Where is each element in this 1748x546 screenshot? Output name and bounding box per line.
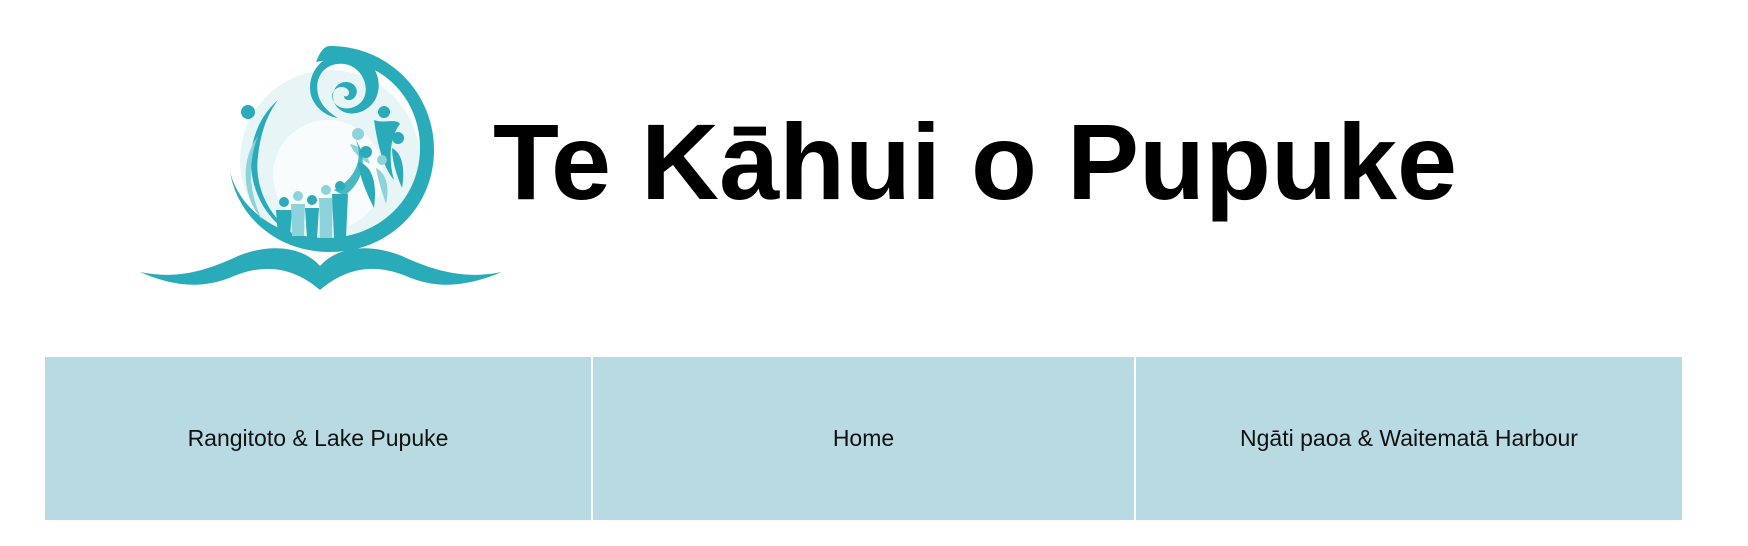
- nav-item-label: Ngāti paoa & Waitematā Harbour: [1240, 425, 1578, 451]
- site-header: Te Kāhui o Pupuke: [0, 0, 1748, 330]
- site-title: Te Kāhui o Pupuke: [493, 101, 1458, 222]
- koru-book-logo-icon[interactable]: [138, 40, 504, 310]
- nav-item-label: Home: [832, 425, 895, 451]
- nav-item-home[interactable]: Home: [593, 357, 1134, 520]
- nav-item-ngati-paoa-waitemata-harbour[interactable]: Ngāti paoa & Waitematā Harbour: [1136, 357, 1682, 520]
- nav-item-label: Rangitoto & Lake Pupuke: [187, 425, 449, 451]
- main-navigation: Rangitoto & Lake Pupuke Home Ngāti paoa …: [45, 357, 1682, 520]
- nav-item-rangitoto-lake-pupuke[interactable]: Rangitoto & Lake Pupuke: [45, 357, 591, 520]
